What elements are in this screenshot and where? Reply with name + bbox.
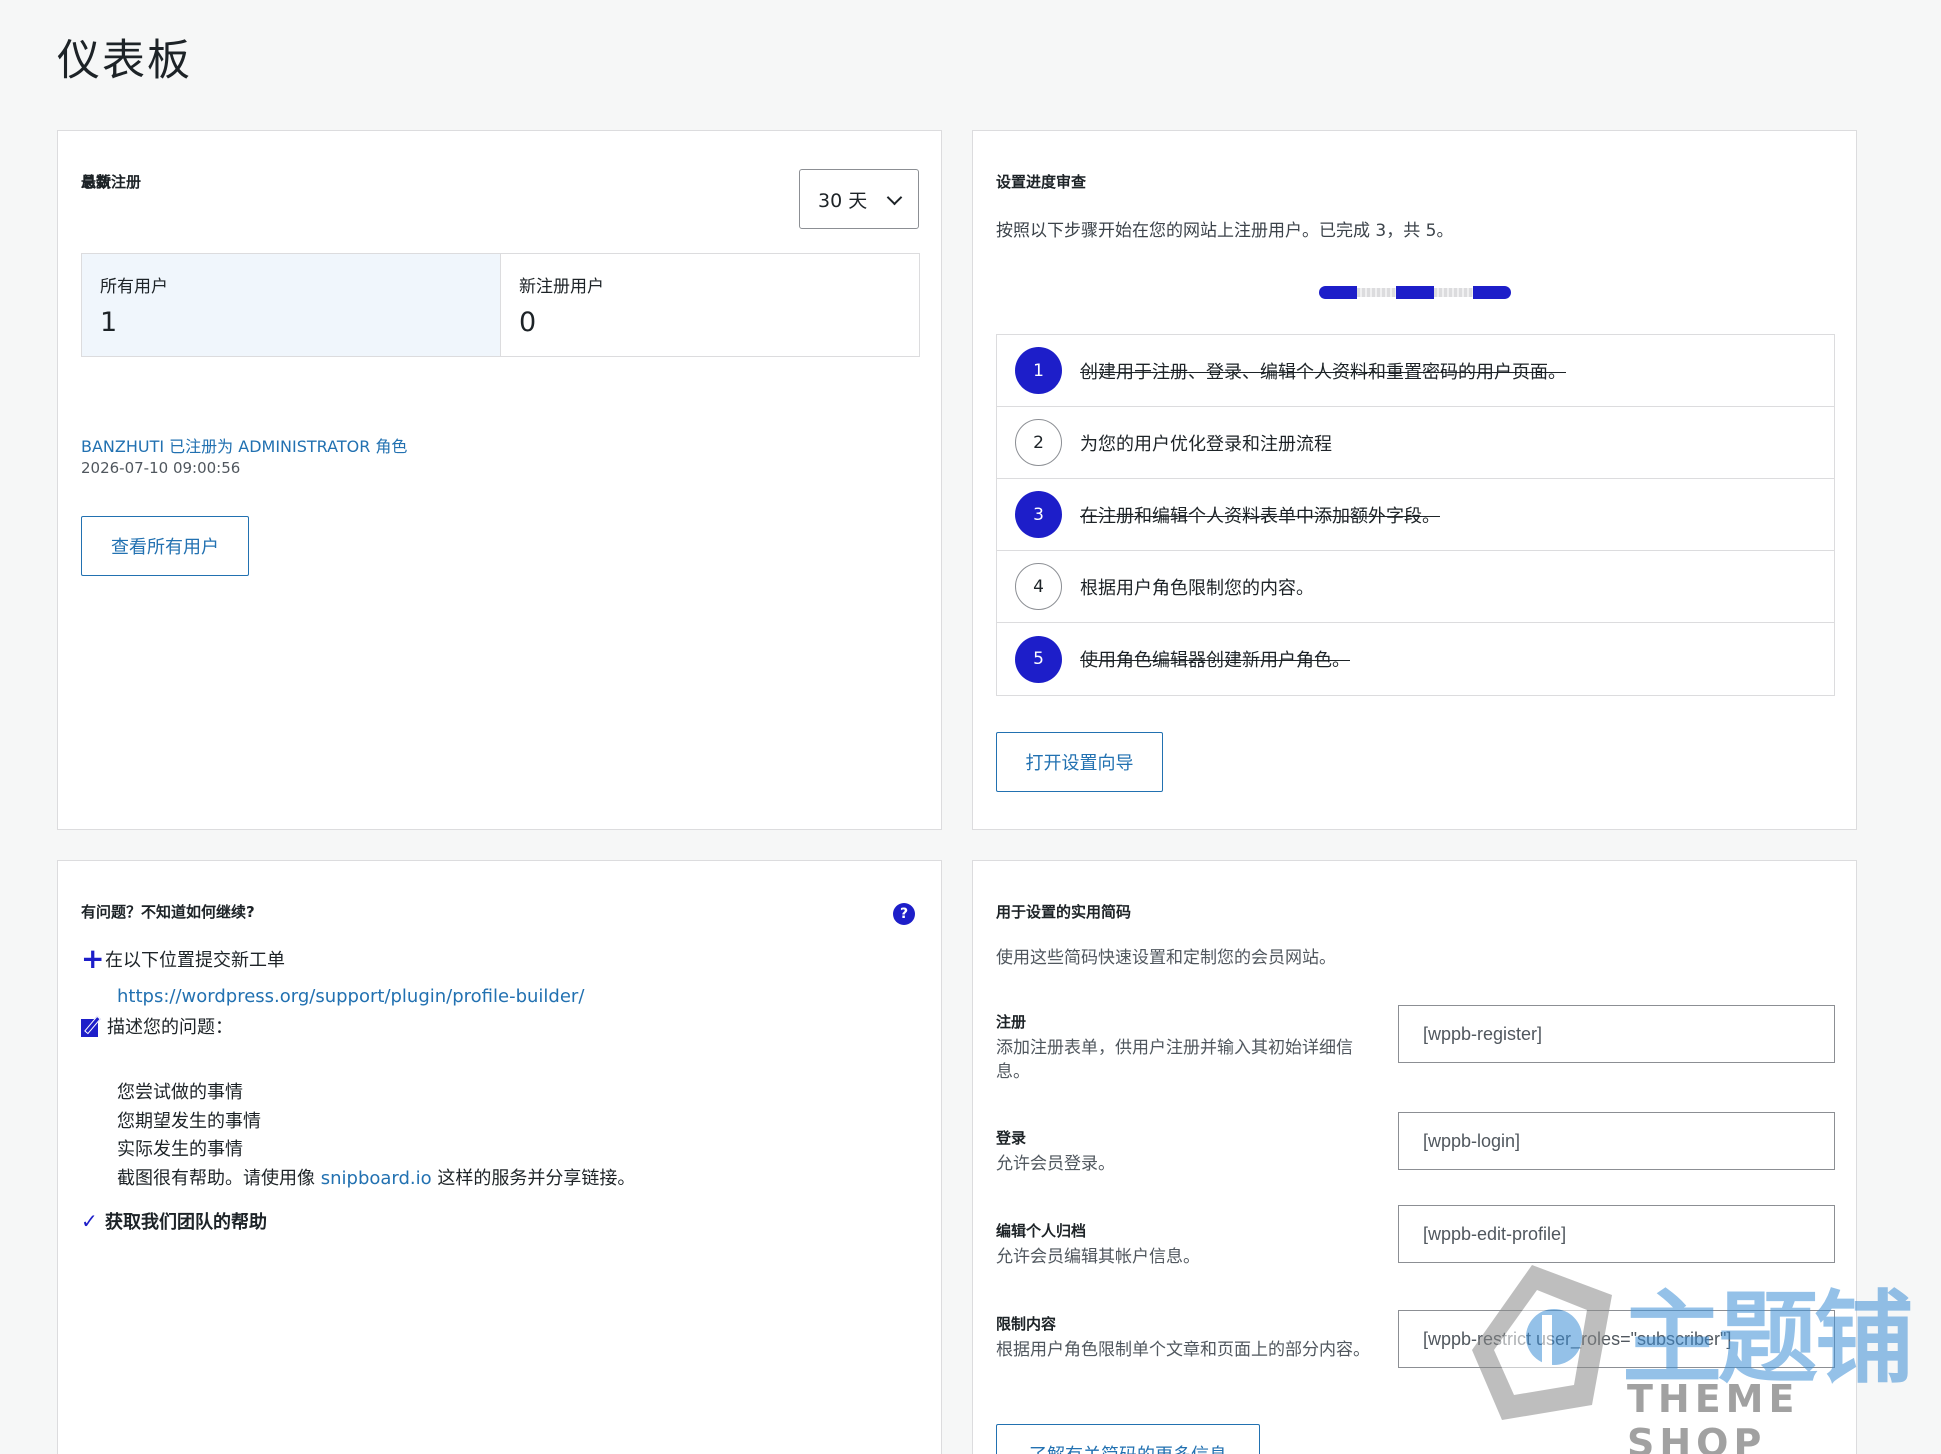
question-circle-icon[interactable]: ? bbox=[893, 903, 915, 925]
setup-step-3[interactable]: 3 在注册和编辑个人资料表单中添加额外字段。 bbox=[997, 479, 1834, 551]
learn-more-shortcodes-button[interactable]: 了解有关简码的更多信息 bbox=[996, 1424, 1260, 1454]
step-number-badge: 5 bbox=[1015, 635, 1062, 683]
stat-label: 新注册用户 bbox=[519, 277, 604, 297]
stat-value: 1 bbox=[100, 307, 118, 338]
shortcode-description: 允许会员登录。 bbox=[996, 1154, 1115, 1174]
setup-step-2[interactable]: 2 为您的用户优化登录和注册流程 bbox=[997, 407, 1834, 479]
period-select[interactable]: 30 天 bbox=[799, 169, 919, 229]
checkmark-icon: ✓ bbox=[81, 1209, 98, 1233]
shortcode-row: 注册 添加注册表单，供用户注册并输入其初始详细信息。 [wppb-registe… bbox=[996, 1005, 1835, 1084]
progress-segment bbox=[1434, 288, 1473, 297]
period-select-value: 30 天 bbox=[818, 189, 868, 212]
watermark-logo-icon bbox=[1472, 1265, 1612, 1420]
describe-item: 您期望发生的事情 bbox=[117, 1110, 261, 1132]
screenshot-tip-suffix: 这样的服务并分享链接。 bbox=[431, 1167, 636, 1189]
setup-step-1[interactable]: 1 创建用于注册、登录、编辑个人资料和重置密码的用户页面。 bbox=[997, 335, 1834, 407]
step-text: 根据用户角色限制您的内容。 bbox=[1080, 577, 1314, 599]
setup-description: 按照以下步骤开始在您的网站上注册用户。已完成 3，共 5。 bbox=[996, 221, 1454, 241]
step-text: 在注册和编辑个人资料表单中添加额外字段。 bbox=[1080, 505, 1440, 527]
support-forum-link[interactable]: https://wordpress.org/support/plugin/pro… bbox=[117, 986, 584, 1007]
screenshot-tip-prefix: 截图很有帮助。请使用像 bbox=[117, 1167, 321, 1189]
chevron-down-icon bbox=[886, 189, 903, 206]
stat-all-users[interactable]: 所有用户 1 bbox=[82, 254, 501, 356]
shortcodes-title: 用于设置的实用简码 bbox=[996, 903, 1132, 921]
recent-registrations-title: 最新注册 bbox=[81, 173, 142, 191]
setup-progress-bar bbox=[1319, 286, 1512, 299]
describe-item: 实际发生的事情 bbox=[117, 1139, 243, 1160]
totals-card: 总数 30 天 所有用户 1 新注册用户 0 最新注册 BANZHUTI 已注册… bbox=[57, 130, 942, 830]
progress-segment bbox=[1319, 286, 1358, 299]
progress-segment bbox=[1472, 286, 1512, 299]
shortcode-input[interactable]: [wppb-login] bbox=[1398, 1112, 1835, 1170]
stats-box: 所有用户 1 新注册用户 0 bbox=[81, 253, 920, 357]
describe-item: 您尝试做的事情 bbox=[117, 1082, 243, 1103]
team-help-row: ✓ 获取我们团队的帮助 bbox=[81, 1208, 267, 1234]
watermark-subtext: THEME SHOP bbox=[1627, 1377, 1800, 1454]
shortcode-row: 登录 允许会员登录。 [wppb-login] bbox=[996, 1112, 1835, 1176]
stat-label: 所有用户 bbox=[100, 277, 168, 297]
recent-registration-link[interactable]: BANZHUTI 已注册为 ADMINISTRATOR 角色 bbox=[81, 433, 407, 457]
recent-registration-time: 2026-07-10 09:00:56 bbox=[81, 459, 241, 477]
step-number-badge: 1 bbox=[1015, 347, 1062, 394]
setup-progress-card: 设置进度审查 按照以下步骤开始在您的网站上注册用户。已完成 3，共 5。 1 创… bbox=[972, 130, 1857, 830]
stat-value: 0 bbox=[519, 307, 537, 338]
setup-step-5[interactable]: 5 使用角色编辑器创建新用户角色。 bbox=[997, 623, 1834, 695]
shortcode-description: 允许会员编辑其帐户信息。 bbox=[996, 1247, 1200, 1267]
step-text: 使用角色编辑器创建新用户角色。 bbox=[1080, 650, 1350, 671]
snipboard-link[interactable]: snipboard.io bbox=[321, 1168, 432, 1189]
step-text: 创建用于注册、登录、编辑个人资料和重置密码的用户页面。 bbox=[1080, 361, 1566, 383]
help-title: 有问题？不知道如何继续? bbox=[81, 903, 255, 921]
setup-title: 设置进度审查 bbox=[996, 173, 1087, 191]
step-text: 为您的用户优化登录和注册流程 bbox=[1080, 433, 1332, 455]
dashboard-page: 仪表板 总数 30 天 所有用户 1 新注册用户 0 最新注册 BANZHUTI… bbox=[0, 0, 1941, 1454]
describe-label: 描述您的问题： bbox=[107, 1017, 233, 1038]
shortcode-input[interactable]: [wppb-register] bbox=[1398, 1005, 1835, 1063]
describe-list: 您尝试做的事情 您期望发生的事情 实际发生的事情 截图很有帮助。请使用像 sni… bbox=[117, 1079, 635, 1193]
shortcodes-description: 使用这些简码快速设置和定制您的会员网站。 bbox=[996, 948, 1336, 968]
describe-row: 描述您的问题： bbox=[81, 1013, 233, 1039]
ticket-row: + 在以下位置提交新工单 bbox=[81, 945, 285, 973]
edit-icon bbox=[81, 1015, 103, 1037]
shortcode-description: 添加注册表单，供用户注册并输入其初始详细信息。 bbox=[996, 1038, 1353, 1082]
shortcode-description: 根据用户角色限制单个文章和页面上的部分内容。 bbox=[996, 1340, 1370, 1360]
plus-icon: + bbox=[81, 942, 105, 975]
stat-new-users[interactable]: 新注册用户 0 bbox=[501, 254, 919, 356]
progress-segment bbox=[1357, 288, 1396, 297]
theme-shop-watermark: 主题铺 THEME SHOP bbox=[1462, 1255, 1922, 1454]
step-number-badge: 2 bbox=[1015, 419, 1062, 466]
help-card: 有问题？不知道如何继续? ? + 在以下位置提交新工单 https://word… bbox=[57, 860, 942, 1454]
setup-steps-list: 1 创建用于注册、登录、编辑个人资料和重置密码的用户页面。 2 为您的用户优化登… bbox=[996, 334, 1835, 696]
step-number-badge: 3 bbox=[1015, 491, 1062, 538]
setup-step-4[interactable]: 4 根据用户角色限制您的内容。 bbox=[997, 551, 1834, 623]
team-help-label: 获取我们团队的帮助 bbox=[105, 1212, 267, 1233]
screenshot-tip: 截图很有帮助。请使用像 snipboard.io 这样的服务并分享链接。 bbox=[117, 1165, 635, 1194]
open-setup-wizard-button[interactable]: 打开设置向导 bbox=[996, 732, 1163, 792]
step-number-badge: 4 bbox=[1015, 563, 1062, 610]
ticket-label: 在以下位置提交新工单 bbox=[105, 950, 285, 971]
page-title: 仪表板 bbox=[57, 36, 192, 86]
view-all-users-button[interactable]: 查看所有用户 bbox=[81, 516, 249, 576]
progress-segment bbox=[1395, 286, 1435, 299]
